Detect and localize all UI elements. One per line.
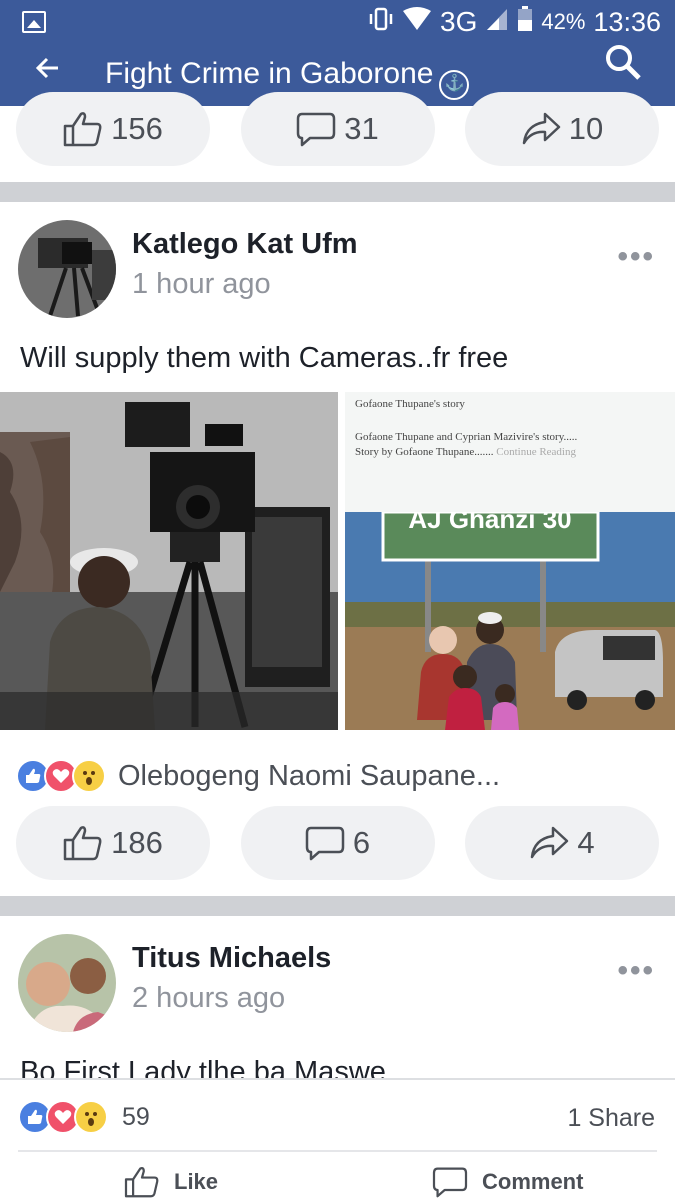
battery-icon bbox=[517, 5, 533, 39]
comment-button[interactable]: 31 bbox=[240, 92, 435, 166]
share-arrow-icon bbox=[531, 826, 569, 859]
reactions-summary[interactable]: Olebogeng Naomi Saupane... bbox=[16, 756, 500, 796]
avatar[interactable] bbox=[18, 220, 116, 318]
share-count[interactable]: 1 Share bbox=[567, 1104, 655, 1133]
signal-icon bbox=[485, 7, 509, 38]
post-photo-story[interactable]: Gofaone Thupane's story Gofaone Thupane … bbox=[345, 392, 675, 730]
search-icon[interactable] bbox=[601, 44, 645, 89]
like-button[interactable]: 156 bbox=[16, 92, 210, 166]
share-count: 4 bbox=[577, 825, 595, 860]
wifi-icon bbox=[402, 6, 432, 38]
vibrate-icon bbox=[368, 6, 394, 39]
post-timestamp[interactable]: 2 hours ago bbox=[132, 982, 285, 1015]
comment-button[interactable]: Comment bbox=[432, 1166, 583, 1198]
more-options-icon[interactable]: ••• bbox=[617, 240, 655, 274]
thumbs-up-icon bbox=[63, 826, 102, 861]
reactions-summary[interactable]: 59 bbox=[18, 1100, 150, 1134]
comment-icon bbox=[305, 826, 345, 861]
image-icon bbox=[22, 11, 46, 33]
post-author[interactable]: Katlego Kat Ufm bbox=[132, 228, 358, 261]
post-card: Titus Michaels 2 hours ago ••• Bo First … bbox=[0, 916, 675, 1088]
reaction-count: 59 bbox=[122, 1102, 150, 1131]
comment-icon bbox=[432, 1167, 468, 1198]
thumbs-up-icon bbox=[63, 112, 102, 147]
previous-post: 156 31 10 bbox=[0, 92, 675, 182]
arrow-left-icon[interactable] bbox=[34, 54, 62, 90]
story-summary: Gofaone Thupane and Cyprian Mazivire's s… bbox=[355, 431, 578, 443]
like-count: 186 bbox=[111, 825, 163, 860]
share-arrow-icon bbox=[522, 112, 560, 145]
post-card: Katlego Kat Ufm 1 hour ago ••• Will supp… bbox=[0, 202, 675, 896]
post-divider bbox=[0, 182, 675, 202]
post-timestamp[interactable]: 1 hour ago bbox=[132, 268, 271, 301]
story-text: Gofaone Thupane and Cyprian Mazivire's s… bbox=[355, 430, 635, 460]
like-count: 156 bbox=[111, 111, 163, 146]
comment-count: 31 bbox=[344, 111, 379, 146]
share-button[interactable]: 10 bbox=[465, 92, 659, 166]
comment-count: 6 bbox=[352, 825, 371, 860]
thumbs-up-icon bbox=[124, 1167, 159, 1198]
like-label: Like bbox=[174, 1169, 219, 1194]
page-title-text: Fight Crime in Gaborone bbox=[105, 57, 434, 90]
like-button[interactable]: 186 bbox=[16, 806, 210, 880]
divider bbox=[18, 1150, 657, 1152]
story-title: Gofaone Thupane's story bbox=[355, 398, 465, 410]
post-text: Will supply them with Cameras..fr free bbox=[20, 342, 509, 374]
share-count: 10 bbox=[568, 111, 604, 146]
comment-icon bbox=[297, 112, 336, 147]
share-button[interactable]: 4 bbox=[465, 806, 659, 880]
post-author[interactable]: Titus Michaels bbox=[132, 942, 331, 975]
wow-reaction-icon bbox=[74, 1100, 108, 1134]
battery-percent: 42% bbox=[541, 9, 586, 34]
story-preview: Gofaone Thupane's story Gofaone Thupane … bbox=[345, 392, 675, 512]
post-divider bbox=[0, 896, 675, 916]
network-type: 3G bbox=[440, 6, 478, 37]
story-byline: Story by Gofaone Thupane....... bbox=[355, 446, 494, 458]
avatar[interactable] bbox=[18, 934, 116, 1032]
more-options-icon[interactable]: ••• bbox=[617, 954, 655, 988]
photo-footer-bar: 59 1 Share Like Comment bbox=[0, 1078, 675, 1200]
reaction-names: Olebogeng Naomi Saupane... bbox=[118, 759, 501, 792]
story-continue-link[interactable]: Continue Reading bbox=[496, 446, 576, 458]
post-photo-camera[interactable] bbox=[0, 392, 338, 730]
comment-label: Comment bbox=[482, 1169, 584, 1194]
like-button[interactable]: Like bbox=[124, 1166, 218, 1198]
road-sign-text: AJ Ghanzi 30 bbox=[408, 512, 571, 534]
clock: 13:36 bbox=[593, 6, 661, 37]
comment-button[interactable]: 6 bbox=[240, 806, 435, 880]
wow-reaction-icon bbox=[72, 759, 106, 793]
status-bar: 3G 42% 13:36 bbox=[0, 0, 675, 44]
